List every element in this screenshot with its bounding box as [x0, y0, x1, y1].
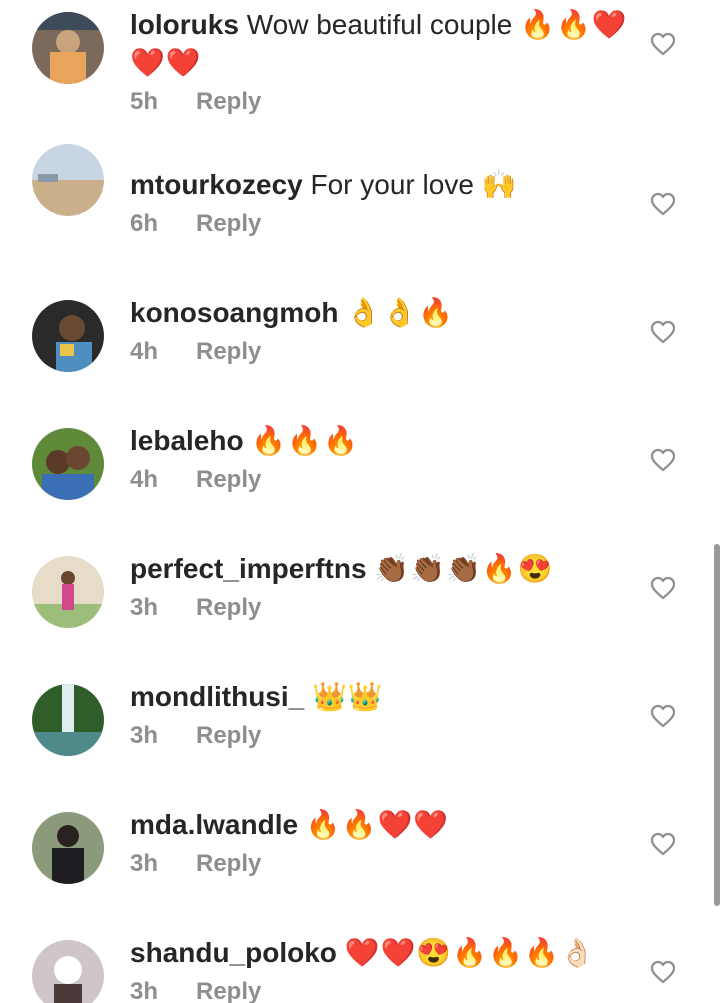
reply-button[interactable]: Reply [196, 338, 261, 366]
reply-button[interactable]: Reply [196, 466, 261, 494]
comment-username[interactable]: loloruks [130, 9, 239, 40]
comment-meta: 5h Reply [130, 88, 640, 116]
comment-item: lebaleho 🔥🔥🔥 4h Reply [0, 384, 720, 512]
comment-username[interactable]: mda.lwandle [130, 809, 298, 840]
comment-emojis: ❤️❤️😍🔥🔥🔥👌🏻 [344, 937, 596, 968]
comment-meta: 4h Reply [130, 466, 640, 494]
reply-button[interactable]: Reply [196, 210, 261, 238]
avatar[interactable] [32, 428, 104, 500]
comment-time: 3h [130, 594, 159, 621]
comment-item: loloruks Wow beautiful couple 🔥🔥❤️❤️❤️ 5… [0, 0, 720, 128]
comment-item: shandu_poloko ❤️❤️😍🔥🔥🔥👌🏻 3h Reply [0, 896, 720, 1003]
comment-time: 4h [130, 466, 159, 493]
comment-body: mondlithusi_ 👑👑 3h Reply [130, 678, 640, 750]
comment-line: loloruks Wow beautiful couple 🔥🔥❤️❤️❤️ [130, 6, 640, 82]
comment-line: lebaleho 🔥🔥🔥 [130, 422, 640, 460]
heart-outline-icon[interactable] [650, 192, 676, 216]
comment-line: konosoangmoh 👌👌🔥 [130, 294, 640, 332]
comment-body: perfect_imperftns 👏🏾👏🏾👏🏾🔥😍 3h Reply [130, 550, 640, 622]
comment-meta: 3h Reply [130, 978, 640, 1003]
comment-text: Wow beautiful couple [246, 9, 513, 40]
reply-button[interactable]: Reply [196, 88, 261, 116]
avatar[interactable] [32, 812, 104, 884]
comment-time: 3h [130, 850, 159, 877]
comment-meta: 3h Reply [130, 722, 640, 750]
comment-username[interactable]: mondlithusi_ [130, 681, 304, 712]
comment-time: 3h [130, 722, 159, 749]
comment-body: shandu_poloko ❤️❤️😍🔥🔥🔥👌🏻 3h Reply [130, 934, 640, 1003]
comment-body: lebaleho 🔥🔥🔥 4h Reply [130, 422, 640, 494]
comment-body: mda.lwandle 🔥🔥❤️❤️ 3h Reply [130, 806, 640, 878]
avatar[interactable] [32, 684, 104, 756]
comment-username[interactable]: mtourkozecy [130, 169, 303, 200]
comment-emojis: 👌👌🔥 [346, 297, 454, 328]
comment-line: mtourkozecy For your love 🙌 [130, 166, 640, 204]
comments-screen: loloruks Wow beautiful couple 🔥🔥❤️❤️❤️ 5… [0, 0, 720, 1003]
comment-item: mtourkozecy For your love 🙌 6h Reply [0, 128, 720, 256]
comment-emojis: 🙌 [481, 169, 518, 200]
heart-outline-icon[interactable] [650, 960, 676, 984]
heart-outline-icon[interactable] [650, 448, 676, 472]
comment-emojis: 👑👑 [312, 681, 384, 712]
comment-time: 4h [130, 338, 159, 365]
comment-meta: 3h Reply [130, 594, 640, 622]
heart-outline-icon[interactable] [650, 576, 676, 600]
heart-outline-icon[interactable] [650, 32, 676, 56]
comment-item: mondlithusi_ 👑👑 3h Reply [0, 640, 720, 768]
comment-line: mondlithusi_ 👑👑 [130, 678, 640, 716]
reply-button[interactable]: Reply [196, 722, 261, 750]
comment-meta: 3h Reply [130, 850, 640, 878]
scrollbar[interactable] [714, 544, 720, 906]
avatar[interactable] [32, 12, 104, 84]
heart-outline-icon[interactable] [650, 320, 676, 344]
avatar[interactable] [32, 556, 104, 628]
comment-body: loloruks Wow beautiful couple 🔥🔥❤️❤️❤️ 5… [130, 6, 640, 116]
comment-line: mda.lwandle 🔥🔥❤️❤️ [130, 806, 640, 844]
heart-outline-icon[interactable] [650, 832, 676, 856]
comment-meta: 4h Reply [130, 338, 640, 366]
avatar[interactable] [32, 940, 104, 1003]
reply-button[interactable]: Reply [196, 978, 261, 1003]
comment-body: mtourkozecy For your love 🙌 6h Reply [130, 166, 640, 238]
heart-outline-icon[interactable] [650, 704, 676, 728]
comment-emojis: 🔥🔥❤️❤️ [305, 809, 450, 840]
comment-username[interactable]: lebaleho [130, 425, 244, 456]
comment-item: mda.lwandle 🔥🔥❤️❤️ 3h Reply [0, 768, 720, 896]
avatar[interactable] [32, 144, 104, 216]
comment-item: konosoangmoh 👌👌🔥 4h Reply [0, 256, 720, 384]
comment-text: For your love [310, 169, 474, 200]
comment-body: konosoangmoh 👌👌🔥 4h Reply [130, 294, 640, 366]
comment-username[interactable]: konosoangmoh [130, 297, 338, 328]
comment-item: perfect_imperftns 👏🏾👏🏾👏🏾🔥😍 3h Reply [0, 512, 720, 640]
comment-username[interactable]: perfect_imperftns [130, 553, 367, 584]
comment-username[interactable]: shandu_poloko [130, 937, 337, 968]
reply-button[interactable]: Reply [196, 594, 261, 622]
comment-time: 3h [130, 978, 159, 1003]
comment-time: 6h [130, 210, 159, 237]
comment-emojis: 👏🏾👏🏾👏🏾🔥😍 [374, 553, 554, 584]
comment-time: 5h [130, 88, 159, 115]
comment-line: perfect_imperftns 👏🏾👏🏾👏🏾🔥😍 [130, 550, 640, 588]
comment-meta: 6h Reply [130, 210, 640, 238]
comment-line: shandu_poloko ❤️❤️😍🔥🔥🔥👌🏻 [130, 934, 640, 972]
reply-button[interactable]: Reply [196, 850, 261, 878]
avatar[interactable] [32, 300, 104, 372]
comment-emojis: 🔥🔥🔥 [251, 425, 359, 456]
